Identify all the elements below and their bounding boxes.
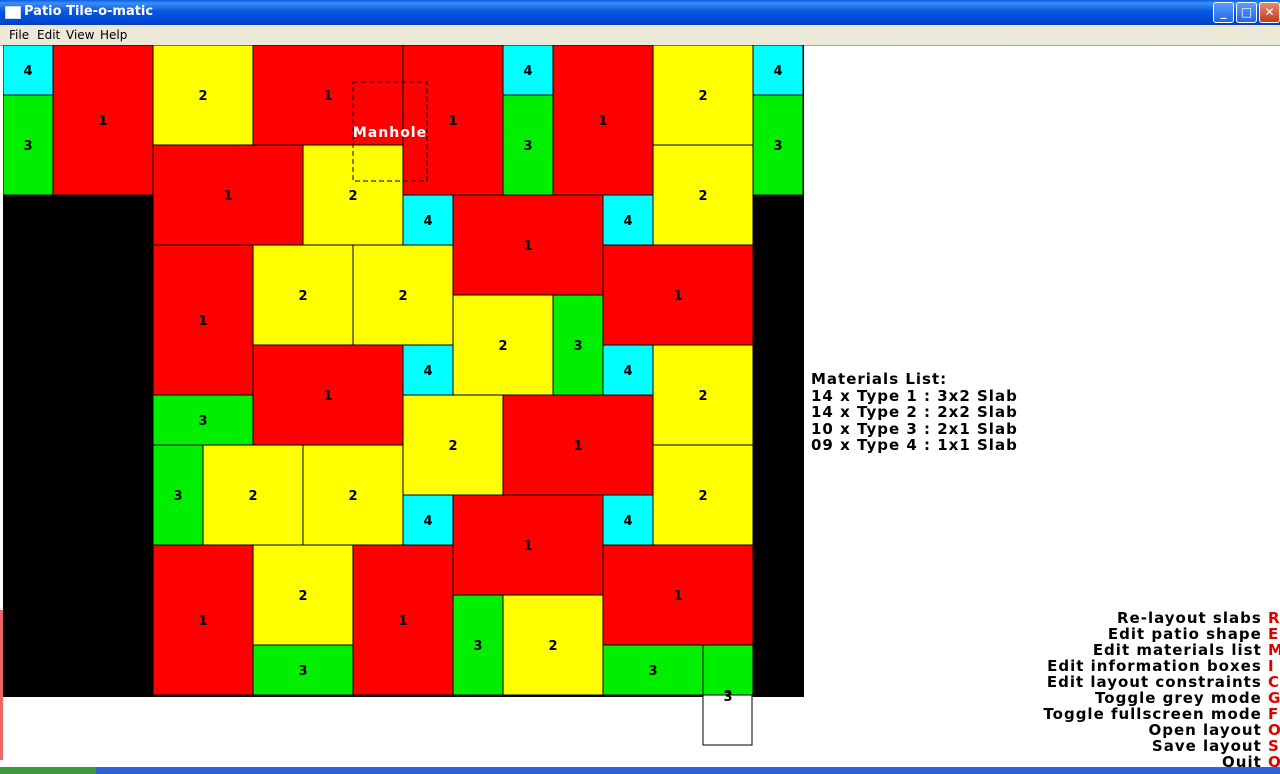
slab-label: 1 (98, 114, 107, 129)
slab-label: 2 (548, 639, 557, 654)
menu-edit[interactable]: Edit (37, 28, 60, 42)
minimize-icon: _ (1220, 5, 1227, 19)
materials-line: 10 x Type 3 : 2x1 Slab (811, 419, 1018, 438)
slab-label: 3 (473, 639, 482, 654)
control-toggle-fullscreen[interactable]: Toggle fullscreen mode F (1043, 706, 1280, 722)
slab-label: 3 (198, 414, 207, 429)
slab-label: 3 (173, 489, 182, 504)
materials-line: 14 x Type 2 : 2x2 Slab (811, 403, 1018, 421)
slab-label: 1 (398, 614, 407, 629)
slab-label: 1 (198, 314, 207, 329)
slab-label: 1 (523, 539, 532, 554)
slab-label: 2 (448, 439, 457, 454)
menu-bar: File Edit View Help (0, 25, 1280, 46)
slab-label: 1 (198, 614, 207, 629)
slab-label: 2 (698, 489, 707, 504)
patio-layout[interactable]: 4 3 1 2 1 1 4 3 1 2 4 3 1 2 2 4 1 4 1 2 2 1 2 3 1 4 4 2 3 2 1 3 2 2 2 4 1 4 1 2… (3, 45, 804, 747)
slab-label: 1 (523, 239, 532, 254)
menu-file[interactable]: File (9, 28, 29, 42)
slab-label: 3 (23, 139, 32, 154)
taskbar (0, 767, 1280, 774)
slab-label: 4 (623, 214, 632, 229)
manhole-label: Manhole (353, 125, 427, 141)
menu-help[interactable]: Help (100, 28, 127, 42)
materials-list: Materials List: 14 x Type 1 : 3x2 Slab 1… (811, 371, 1018, 454)
materials-line: 09 x Type 4 : 1x1 Slab (811, 436, 1018, 454)
control-key: M (1268, 642, 1280, 658)
slab-label: 1 (323, 389, 332, 404)
minimize-button[interactable]: _ (1213, 2, 1234, 23)
slab-label: 2 (698, 389, 707, 404)
control-edit-info-boxes[interactable]: Edit information boxes I (1043, 658, 1280, 674)
materials-line: 14 x Type 1 : 3x2 Slab (811, 386, 1018, 405)
slab-label: 1 (598, 114, 607, 129)
patio-overhang-area (3, 697, 804, 747)
slab-label: 2 (348, 489, 357, 504)
maximize-button[interactable]: □ (1236, 2, 1257, 23)
maximize-icon: □ (1240, 5, 1253, 19)
slab-label: 2 (298, 289, 307, 304)
slab-label: 1 (673, 589, 682, 604)
keyboard-controls: Re-layout slabs R Edit patio shape E Edi… (1043, 610, 1280, 770)
slab-label: 3 (648, 664, 657, 679)
control-key: F (1268, 706, 1280, 722)
menu-view[interactable]: View (66, 28, 94, 42)
slab-label: 4 (423, 364, 432, 379)
slab-label: 3 (773, 139, 782, 154)
slab-label: 4 (423, 214, 432, 229)
slab-label: 4 (623, 364, 632, 379)
slab-label: 2 (698, 89, 707, 104)
slab-label: 4 (523, 64, 532, 79)
control-toggle-grey[interactable]: Toggle grey mode G (1043, 690, 1280, 706)
title-bar: Patio Tile-o-matic _ □ ✕ (0, 0, 1280, 25)
left-edge-marker (0, 610, 3, 760)
slab-label: 2 (198, 89, 207, 104)
patio-canvas[interactable]: 4 3 1 2 1 1 4 3 1 2 4 3 1 2 2 4 1 4 1 2 2 1 2 3 1 4 4 2 3 2 1 3 2 2 2 4 1 4 1 2… (3, 45, 804, 747)
control-key: R (1268, 610, 1280, 626)
slab-label: 1 (673, 289, 682, 304)
control-save-layout[interactable]: Save layout S (1043, 738, 1280, 754)
slab-label: 3 (298, 664, 307, 679)
control-key: C (1268, 674, 1280, 690)
window-icon (5, 6, 21, 19)
slab-label: 2 (248, 489, 257, 504)
slab-label: 1 (223, 189, 232, 204)
close-button[interactable]: ✕ (1259, 2, 1280, 23)
control-edit-patio-shape[interactable]: Edit patio shape E (1043, 626, 1280, 642)
control-key: E (1268, 626, 1280, 642)
control-key: G (1268, 690, 1280, 706)
slab-label: 3 (523, 139, 532, 154)
close-icon: ✕ (1264, 5, 1275, 19)
slab-label: 3 (573, 339, 582, 354)
start-button[interactable] (0, 767, 96, 774)
slab-label: 4 (23, 64, 32, 79)
slab-label: 2 (398, 289, 407, 304)
control-relayout[interactable]: Re-layout slabs R (1043, 610, 1280, 626)
slab-label: 2 (348, 189, 357, 204)
slab-label: 4 (623, 514, 632, 529)
slab-label: 1 (573, 439, 582, 454)
slab-label: 4 (423, 514, 432, 529)
slab-label: 2 (298, 589, 307, 604)
materials-heading: Materials List: (811, 370, 948, 388)
slab-label: 3 (723, 690, 732, 705)
control-edit-constraints[interactable]: Edit layout constraints C (1043, 674, 1280, 690)
slab-label: 1 (323, 89, 332, 104)
control-open-layout[interactable]: Open layout O (1043, 722, 1280, 738)
control-edit-materials[interactable]: Edit materials list M (1043, 642, 1280, 658)
slab-label: 2 (498, 339, 507, 354)
control-key: I (1268, 658, 1275, 674)
window-title: Patio Tile-o-matic (24, 4, 154, 19)
slab-label: 1 (448, 114, 457, 129)
control-key: O (1268, 722, 1280, 738)
slab-label: 4 (773, 64, 782, 79)
control-key: S (1268, 738, 1280, 754)
slab-label: 2 (698, 189, 707, 204)
